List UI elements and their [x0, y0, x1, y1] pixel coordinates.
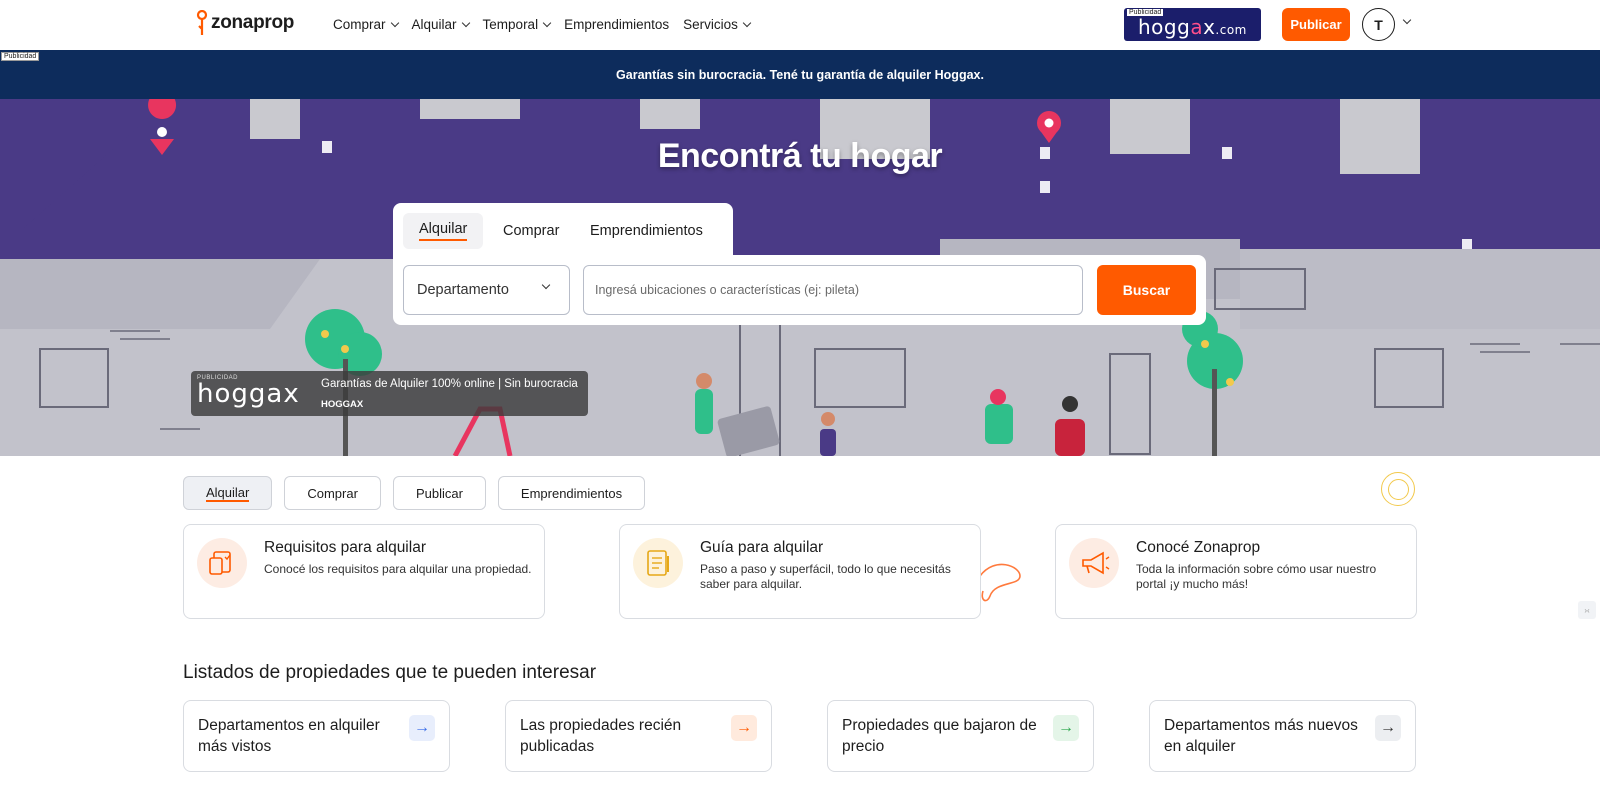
publish-button[interactable]: Publicar [1282, 8, 1350, 41]
listing-card-recien-publicadas[interactable]: Las propiedades recién publicadas → [505, 700, 772, 772]
nav-comprar[interactable]: Comprar [333, 17, 399, 32]
info-card-desc: Paso a paso y superfácil, todo lo que ne… [700, 562, 951, 591]
ad-subtitle: HOGGAX [321, 399, 364, 410]
property-type-select[interactable]: Departamento [403, 265, 570, 315]
decorative-ring [1381, 472, 1415, 506]
zonaprop-logo[interactable]: zonaprop [196, 8, 294, 38]
info-card-title: Conocé Zonaprop [1136, 539, 1261, 556]
listings-section-title: Listados de propiedades que te pueden in… [183, 662, 597, 683]
listing-card-label: Departamentos más nuevos en alquiler [1164, 717, 1358, 755]
main-nav: Comprar Alquilar Temporal Emprendimiento… [333, 0, 752, 48]
arrow-right-icon: → [1375, 715, 1401, 741]
chevron-down-icon [461, 18, 470, 27]
hoggax-brand: hoggax.com [1138, 15, 1247, 39]
chevron-down-icon [542, 18, 552, 27]
logo-text: zonaprop [211, 12, 295, 33]
info-card-title: Requisitos para alquilar [264, 539, 426, 556]
banner-text: Garantías sin burocracia. Tené tu garant… [616, 67, 984, 82]
checklist-icon [633, 538, 683, 588]
hero-section: Encontrá tu hogar Alquilar Comprar Empre… [0, 99, 1600, 456]
info-card-guia[interactable]: Guía para alquilar Paso a paso y superfá… [619, 524, 981, 619]
search-button[interactable]: Buscar [1097, 265, 1196, 315]
chevron-down-icon [541, 280, 551, 290]
megaphone-icon [1069, 538, 1119, 588]
chevron-down-icon[interactable] [1402, 15, 1412, 25]
user-avatar[interactable]: T [1362, 8, 1395, 41]
site-header: zonaprop Comprar Alquilar Temporal Empre… [0, 0, 1600, 50]
tab-comprar[interactable]: Comprar [487, 213, 575, 249]
hoggax-header-ad[interactable]: Publicidad hoggax.com [1124, 8, 1261, 41]
location-search-input[interactable] [583, 265, 1083, 315]
listing-card-label: Las propiedades recién publicadas [520, 717, 682, 755]
chip-alquilar[interactable]: Alquilar [183, 476, 273, 510]
tab-alquilar[interactable]: Alquilar [403, 213, 484, 249]
arrow-right-icon: → [1053, 715, 1079, 741]
section-chips: Alquilar Comprar Publicar Emprendimiento… [183, 476, 646, 510]
decorative-squiggle [979, 563, 1021, 602]
arrow-right-icon: → [409, 715, 435, 741]
ad-title: Garantías de Alquiler 100% online | Sin … [321, 378, 578, 390]
info-card-desc: Conocé los requisitos para alquilar una … [264, 562, 532, 576]
info-card-requisitos[interactable]: Requisitos para alquilar Conocé los requ… [183, 524, 545, 619]
info-card-conoce[interactable]: Conocé Zonaprop Toda la información sobr… [1055, 524, 1417, 619]
chevron-down-icon [742, 18, 752, 27]
search-tabs: Alquilar Comprar Emprendimientos [393, 203, 733, 257]
chevron-down-icon [390, 18, 399, 27]
ad-tag: Publicidad [1, 52, 40, 61]
search-form: Departamento Buscar [393, 255, 1206, 325]
listing-card-bajaron-precio[interactable]: Propiedades que bajaron de precio → [827, 700, 1094, 772]
nav-servicios[interactable]: Servicios [683, 17, 752, 32]
nav-temporal[interactable]: Temporal [483, 17, 552, 32]
chip-publicar[interactable]: Publicar [392, 476, 486, 510]
listing-card-label: Propiedades que bajaron de precio [842, 717, 1037, 755]
promo-banner[interactable]: Publicidad Garantías sin burocracia. Ten… [0, 50, 1600, 99]
nav-alquilar[interactable]: Alquilar [412, 17, 470, 32]
hoggax-logo: hoggax [197, 379, 300, 409]
nav-emprendimientos[interactable]: Emprendimientos [564, 17, 669, 32]
arrow-right-icon: → [731, 715, 757, 741]
listing-card-label: Departamentos en alquiler más vistos [198, 717, 380, 755]
chip-comprar[interactable]: Comprar [284, 476, 381, 510]
side-widget-tab[interactable]: ›‹ [1578, 601, 1596, 619]
logo-pin-icon [196, 10, 208, 35]
listing-card-mas-nuevos[interactable]: Departamentos más nuevos en alquiler → [1149, 700, 1416, 772]
hero-title: Encontrá tu hogar [657, 137, 943, 175]
hoggax-hero-ad[interactable]: PUBLICIDAD hoggax Garantías de Alquiler … [191, 371, 588, 416]
documents-icon [197, 538, 247, 588]
info-card-title: Guía para alquilar [700, 539, 824, 556]
listing-card-mas-vistos[interactable]: Departamentos en alquiler más vistos → [183, 700, 450, 772]
chip-emprendimientos[interactable]: Emprendimientos [497, 476, 646, 510]
search-card: Alquilar Comprar Emprendimientos Departa… [393, 203, 1206, 325]
tab-emprendimientos[interactable]: Emprendimientos [574, 213, 719, 249]
info-card-desc: Toda la información sobre cómo usar nues… [1136, 562, 1377, 591]
